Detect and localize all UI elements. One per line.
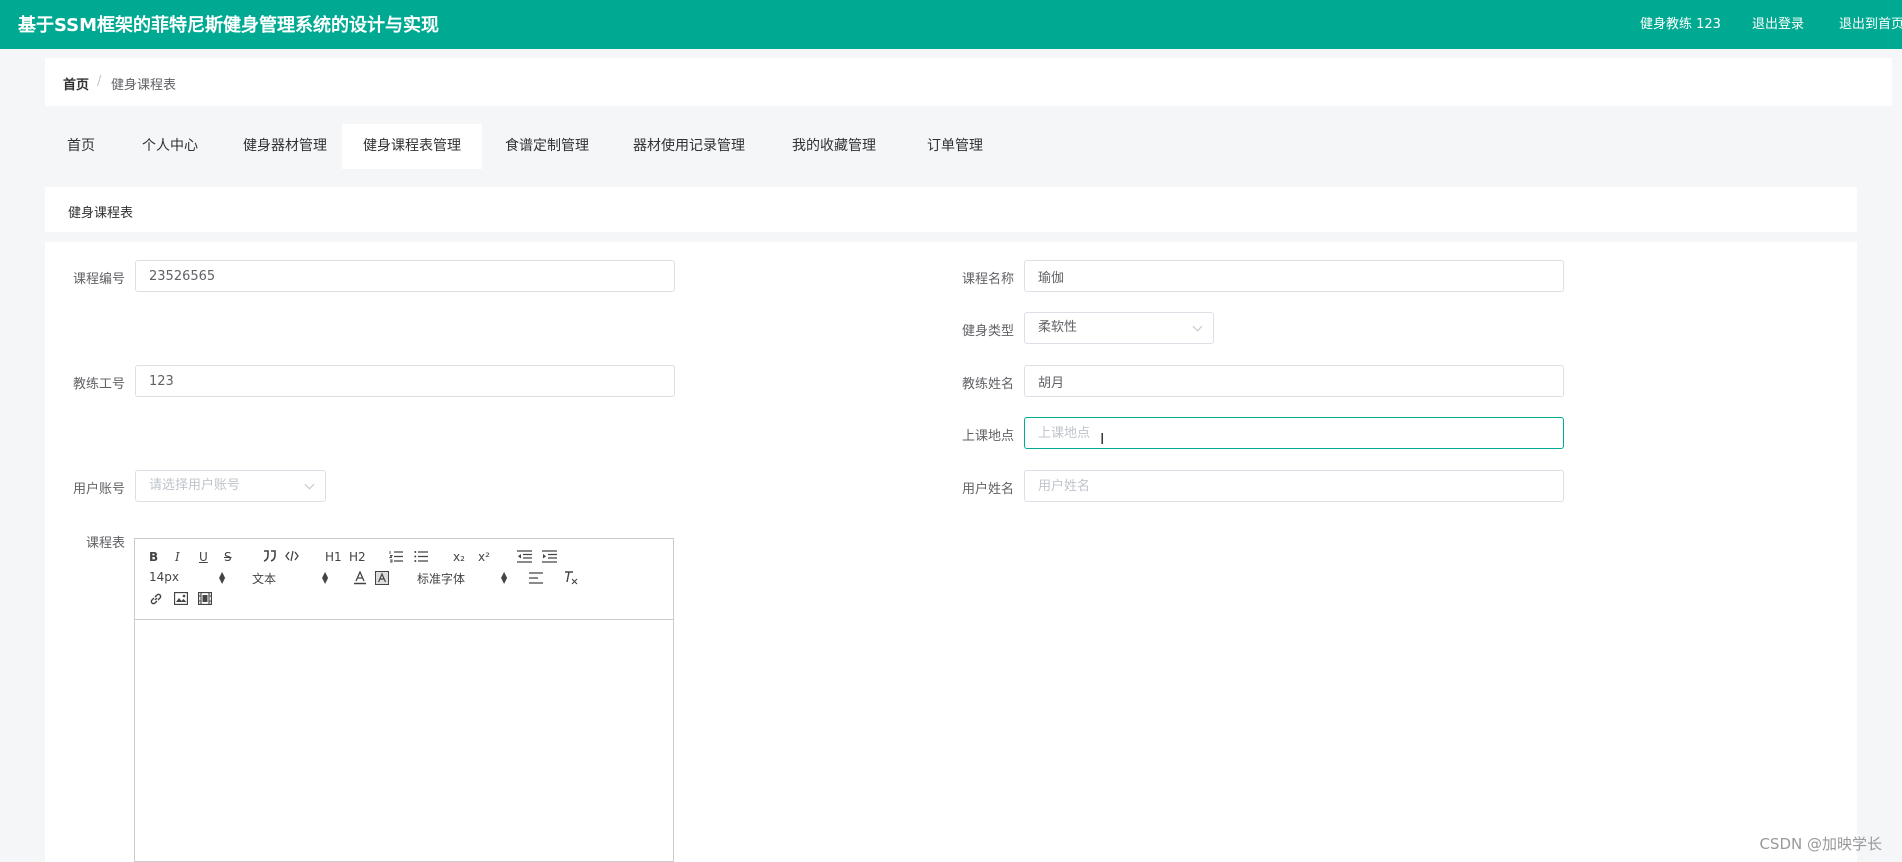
section-header: 健身课程表	[45, 187, 1857, 232]
tab-home[interactable]: 首页	[45, 124, 117, 169]
logout-link[interactable]: 退出登录	[1752, 13, 1804, 32]
bold-button[interactable]: B	[149, 550, 158, 564]
align-icon[interactable]	[529, 572, 543, 584]
italic-button[interactable]: I	[175, 550, 180, 564]
tab-equipment-management[interactable]: 健身器材管理	[223, 124, 347, 169]
superscript-button[interactable]: x²	[478, 550, 490, 564]
course-no-input[interactable]	[135, 260, 675, 292]
ordered-list-icon[interactable]	[389, 550, 403, 563]
bullet-list-icon[interactable]	[414, 550, 428, 563]
course-name-label: 课程名称	[961, 272, 1014, 287]
font-color-icon[interactable]	[353, 571, 367, 585]
user-account-placeholder: 请选择用户账号	[149, 478, 241, 493]
outdent-icon[interactable]	[517, 550, 532, 563]
tab-favorites-management[interactable]: 我的收藏管理	[766, 124, 902, 169]
code-block-icon[interactable]	[285, 550, 299, 562]
editor-content-area[interactable]	[135, 620, 673, 861]
schedule-editor: B I U S H1 H2 x₂ x² 14px ▲ ▼ 文本 ▲ ▼ 标准字体…	[134, 538, 674, 862]
location-input[interactable]	[1024, 417, 1564, 449]
breadcrumb-home[interactable]: 首页	[63, 74, 89, 93]
font-family-select[interactable]: 标准字体 ▲ ▼	[417, 570, 508, 587]
user-name-label: 用户姓名	[961, 482, 1014, 497]
user-label: 健身教练 123	[1640, 17, 1721, 32]
app-title: 基于SSM框架的菲特尼斯健身管理系统的设计与实现	[18, 15, 440, 36]
heading-1-button[interactable]: H1	[325, 550, 342, 564]
course-no-label: 课程编号	[72, 272, 125, 287]
course-name-input[interactable]	[1024, 260, 1564, 292]
fitness-type-select[interactable]: 柔软性	[1024, 312, 1214, 344]
font-family-value: 标准字体	[417, 572, 466, 586]
font-size-value: 14px	[149, 570, 179, 584]
indent-icon[interactable]	[542, 550, 557, 563]
top-header: 基于SSM框架的菲特尼斯健身管理系统的设计与实现 健身教练 123 退出登录 退…	[0, 0, 1902, 49]
watermark: CSDN @加映学长	[1759, 835, 1882, 853]
clear-format-icon[interactable]	[563, 570, 578, 585]
font-size-select[interactable]: 14px ▲ ▼	[149, 570, 225, 586]
coach-id-input[interactable]	[135, 365, 675, 397]
fitness-type-value: 柔软性	[1038, 320, 1078, 335]
subscript-button[interactable]: x₂	[453, 550, 465, 564]
image-icon[interactable]	[174, 592, 188, 605]
tab-order-management[interactable]: 订单管理	[902, 124, 1008, 169]
block-format-select[interactable]: 文本 ▲ ▼	[252, 570, 329, 587]
coach-name-input[interactable]	[1024, 365, 1564, 397]
breadcrumb-separator: /	[97, 74, 102, 89]
down-arrow-icon: ▼	[219, 576, 226, 585]
strike-button[interactable]: S	[224, 550, 232, 564]
block-format-value: 文本	[252, 572, 277, 586]
breadcrumb: 首页 / 健身课程表	[45, 58, 1892, 106]
chevron-down-icon	[304, 479, 315, 490]
tab-equipment-usage-management[interactable]: 器材使用记录管理	[612, 124, 766, 169]
fitness-type-label: 健身类型	[961, 324, 1014, 339]
tab-personal-center[interactable]: 个人中心	[117, 124, 223, 169]
heading-2-button[interactable]: H2	[349, 550, 366, 564]
coach-name-label: 教练姓名	[961, 377, 1014, 392]
underline-button[interactable]: U	[199, 550, 208, 564]
schedule-label: 课程表	[85, 536, 125, 551]
editor-toolbar: B I U S H1 H2 x₂ x² 14px ▲ ▼ 文本 ▲ ▼ 标准字体…	[135, 539, 673, 620]
user-account-select[interactable]: 请选择用户账号	[135, 470, 326, 502]
down-arrow-icon: ▼	[322, 576, 329, 585]
video-icon[interactable]	[198, 592, 212, 605]
down-arrow-icon: ▼	[501, 576, 508, 585]
chevron-down-icon	[1192, 321, 1203, 332]
blockquote-icon[interactable]	[263, 550, 277, 562]
user-account-label: 用户账号	[72, 482, 125, 497]
coach-id-label: 教练工号	[72, 377, 125, 392]
user-name-input[interactable]	[1024, 470, 1564, 502]
breadcrumb-current: 健身课程表	[111, 78, 177, 93]
location-label: 上课地点	[961, 429, 1014, 444]
tab-course-schedule-management[interactable]: 健身课程表管理	[342, 124, 482, 169]
tab-diet-management[interactable]: 食谱定制管理	[482, 124, 612, 169]
section-title: 健身课程表	[68, 206, 134, 221]
link-icon[interactable]	[149, 592, 163, 606]
text-cursor-icon: I	[1100, 430, 1105, 448]
exit-to-home-link[interactable]: 退出到首页	[1839, 13, 1902, 32]
background-color-icon[interactable]	[375, 571, 389, 585]
